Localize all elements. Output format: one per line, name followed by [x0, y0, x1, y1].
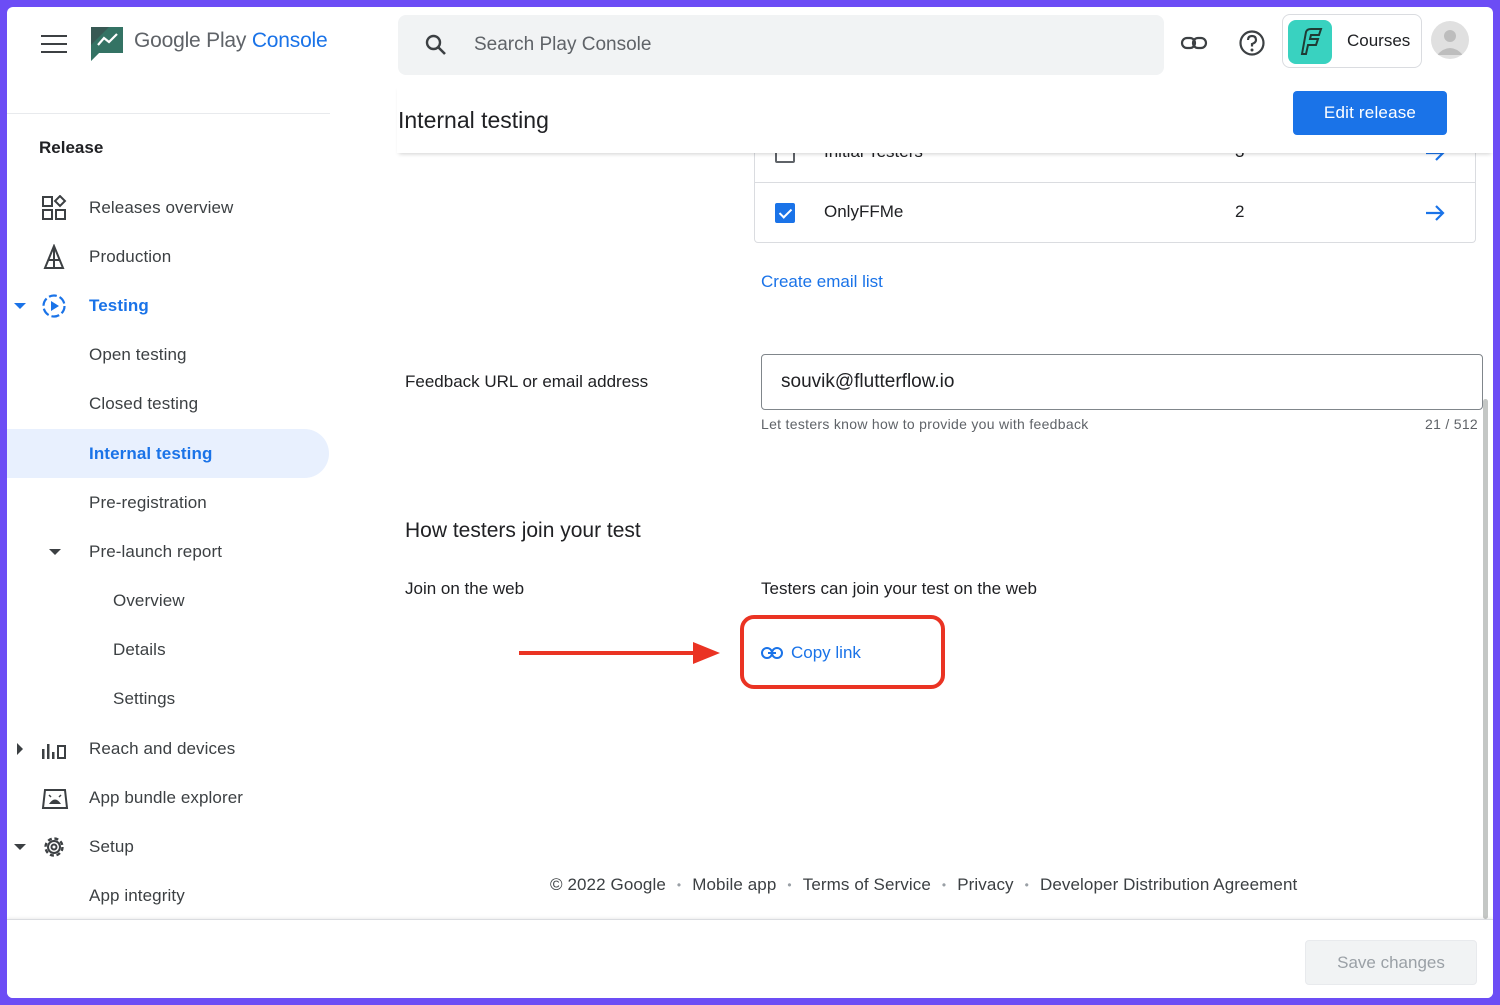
copy-link-label: Copy link [791, 643, 861, 662]
section-title-join: How testers join your test [405, 519, 641, 542]
sidebar-item-reach-and-devices[interactable]: Reach and devices [7, 724, 329, 773]
feedback-input[interactable] [761, 354, 1483, 410]
table-row[interactable]: OnlyFFMe 2 [755, 183, 1475, 242]
sidebar-item-label: App bundle explorer [89, 787, 244, 807]
create-email-list-link[interactable]: Create email list [761, 272, 883, 292]
releases-overview-icon [42, 194, 67, 220]
scrollbar[interactable] [1483, 399, 1488, 919]
sidebar-item-settings[interactable]: Settings [7, 674, 329, 723]
sidebar-item-pre-registration[interactable]: Pre-registration [7, 478, 329, 527]
sidebar-item-label: App integrity [89, 885, 185, 905]
sidebar-item-label: Closed testing [89, 393, 199, 413]
save-changes-button[interactable]: Save changes [1305, 940, 1477, 985]
app-switcher[interactable]: Courses [1282, 14, 1422, 68]
sidebar-item-label: Setup [89, 836, 134, 856]
reach-devices-icon [42, 743, 66, 759]
main-content: Initial Testers 3 OnlyFFMe 2 Create emai… [397, 133, 1493, 919]
sidebar-item-label: Production [89, 246, 172, 266]
join-on-web-description: Testers can join your test on the web [761, 579, 1037, 598]
production-icon [43, 243, 65, 269]
footer-link-mobile-app[interactable]: Mobile app [692, 875, 776, 895]
brand-google-play: Google Play [134, 29, 247, 52]
annotation-arrow-icon [519, 642, 720, 664]
feedback-char-count: 21 / 512 [1425, 416, 1478, 432]
tester-list-count: 2 [1235, 202, 1245, 221]
chevron-right-icon[interactable] [17, 742, 23, 755]
footer-separator: • [1024, 878, 1029, 892]
sidebar-item-label: Pre-registration [89, 492, 207, 512]
sidebar-item-overview[interactable]: Overview [7, 576, 329, 625]
edit-release-button[interactable]: Edit release [1293, 91, 1447, 135]
footer: © 2022 Google • Mobile app • Terms of Se… [550, 875, 1297, 895]
join-on-web-label: Join on the web [405, 579, 525, 598]
testing-icon [42, 293, 66, 318]
help-icon[interactable] [1238, 29, 1266, 57]
footer-copyright: © 2022 Google [550, 875, 666, 894]
user-avatar-icon [1437, 30, 1463, 55]
sidebar-item-app-integrity[interactable]: App integrity [7, 871, 329, 920]
sidebar-item-closed-testing[interactable]: Closed testing [7, 379, 329, 428]
sidebar-item-label: Testing [89, 295, 149, 315]
brand-console: Console [251, 29, 328, 52]
sidebar-item-label: Open testing [89, 344, 187, 364]
avatar[interactable] [1431, 21, 1469, 59]
sidebar-section-release: Release [39, 138, 104, 157]
sidebar-item-internal-testing[interactable]: Internal testing [7, 429, 329, 478]
app-name: Courses [1347, 31, 1411, 50]
sidebar-item-label: Settings [113, 688, 176, 708]
flutterflow-logo-icon [1300, 28, 1323, 55]
link-icon[interactable] [1180, 29, 1208, 57]
sidebar-item-app-bundle-explorer[interactable]: App bundle explorer [7, 773, 329, 822]
chevron-down-icon[interactable] [14, 302, 26, 309]
sidebar-item-label: Internal testing [89, 443, 213, 463]
sidebar-item-pre-launch-report[interactable]: Pre-launch report [7, 527, 329, 576]
sidebar-item-testing[interactable]: Testing [7, 281, 329, 330]
app-icon [1288, 20, 1332, 64]
tester-list-checkbox[interactable] [775, 203, 795, 223]
sidebar-item-label: Overview [113, 590, 185, 610]
page-title: Internal testing [398, 107, 549, 133]
bottom-action-bar: Save changes [7, 919, 1493, 998]
sidebar-item-details[interactable]: Details [7, 625, 329, 674]
sidebar-item-label: Releases overview [89, 197, 234, 217]
sidebar-item-releases-overview[interactable]: Releases overview [7, 183, 329, 232]
search-input[interactable]: Search Play Console [474, 34, 651, 56]
play-console-window: Google Play Console Release Releases ove… [7, 7, 1493, 998]
page-header: Internal testing Edit release [397, 85, 1493, 153]
footer-separator: • [787, 878, 792, 892]
sidebar-item-label: Pre-launch report [89, 541, 223, 561]
link-icon [761, 647, 783, 659]
google-play-console-logo [91, 27, 123, 61]
gear-icon [44, 836, 64, 857]
sidebar-item-production[interactable]: Production [7, 232, 329, 281]
sidebar-item-label: Details [113, 639, 166, 659]
sidebar-item-open-testing[interactable]: Open testing [7, 330, 329, 379]
feedback-field-label: Feedback URL or email address [405, 372, 649, 391]
chevron-down-icon[interactable] [49, 548, 61, 555]
search-bar[interactable]: Search Play Console [398, 15, 1164, 75]
hamburger-menu-icon[interactable] [41, 35, 67, 55]
brand-name: Google Play Console [134, 29, 328, 53]
footer-separator: • [941, 878, 947, 892]
copy-link-button[interactable]: Copy link [761, 643, 861, 663]
footer-separator: • [676, 878, 682, 892]
tester-list-name: OnlyFFMe [824, 202, 904, 221]
app-bundle-icon [41, 788, 69, 809]
sidebar-item-label: Reach and devices [89, 738, 236, 758]
feedback-help-text: Let testers know how to provide you with… [761, 416, 1089, 432]
footer-link-privacy[interactable]: Privacy [957, 875, 1013, 895]
sidebar-divider [7, 113, 330, 114]
footer-link-terms[interactable]: Terms of Service [803, 875, 931, 895]
sidebar-item-setup[interactable]: Setup [7, 822, 329, 871]
arrow-right-icon[interactable] [1423, 201, 1447, 225]
sidebar: Google Play Console Release Releases ove… [7, 7, 337, 919]
search-icon[interactable] [424, 33, 448, 57]
footer-link-dda[interactable]: Developer Distribution Agreement [1040, 875, 1297, 895]
chevron-down-icon[interactable] [14, 843, 26, 850]
